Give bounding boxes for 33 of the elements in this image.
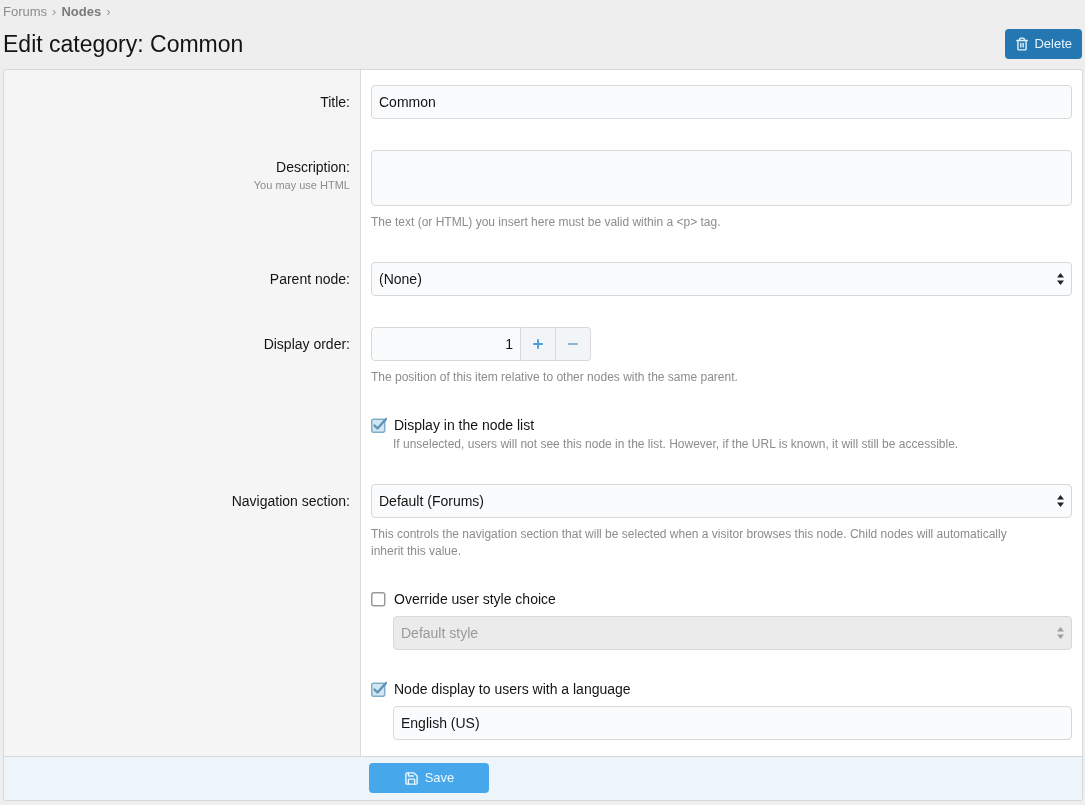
trash-icon <box>1015 37 1030 51</box>
field-explain-text: This controls the navigation section that will be selected when a visitor browses this node. Child nodes will automatically inherit this value. <box>371 526 1008 560</box>
textarea-field[interactable] <box>371 150 1072 206</box>
field-explain-text: The text (or HTML) you insert here must be valid within a <p> tag. <box>371 214 722 231</box>
increment-button[interactable] <box>521 327 556 361</box>
checked-checkbox-icon[interactable] <box>371 681 387 697</box>
breadcrumb-separator: › <box>52 4 57 20</box>
checkbox-hint-text: If unselected, users will not see this node in the list. However, if the URL is known, it will still be accessible. <box>392 436 960 453</box>
field-label: Description: <box>276 157 350 177</box>
field-label-hint: You may use HTML <box>253 178 350 192</box>
breadcrumb-link[interactable]: Nodes <box>61 4 102 20</box>
delete-button[interactable]: Delete <box>1005 29 1082 59</box>
select-dropdown[interactable]: Default (Forums) <box>371 484 1072 518</box>
checkbox-label[interactable]: Display in the node list <box>394 417 535 433</box>
checkbox-label[interactable]: Override user style choice <box>394 591 556 607</box>
field-explain-text: The position of this item relative to other nodes with the same parent. <box>371 369 739 386</box>
field-label: Navigation section: <box>231 491 350 511</box>
page-title: Edit category: Common <box>3 29 244 59</box>
field-label: Parent node: <box>269 269 350 289</box>
select-arrows-icon <box>1057 273 1064 285</box>
plus-icon <box>531 337 545 351</box>
number-input[interactable]: 1 <box>371 327 521 361</box>
breadcrumb-separator: › <box>106 4 111 20</box>
unchecked-checkbox-icon[interactable] <box>371 591 387 607</box>
field-label: Title: <box>320 92 350 112</box>
checkbox-label[interactable]: Node display to users with a language <box>394 681 631 697</box>
field-label: Display order: <box>263 334 350 354</box>
checked-checkbox-icon[interactable] <box>371 417 387 433</box>
input-field[interactable]: English (US) <box>393 706 1072 740</box>
input-field[interactable]: Common <box>371 85 1072 119</box>
select-arrows-icon <box>1057 495 1064 507</box>
select-dropdown[interactable]: (None) <box>371 262 1072 296</box>
select-arrows-icon <box>1057 627 1064 639</box>
